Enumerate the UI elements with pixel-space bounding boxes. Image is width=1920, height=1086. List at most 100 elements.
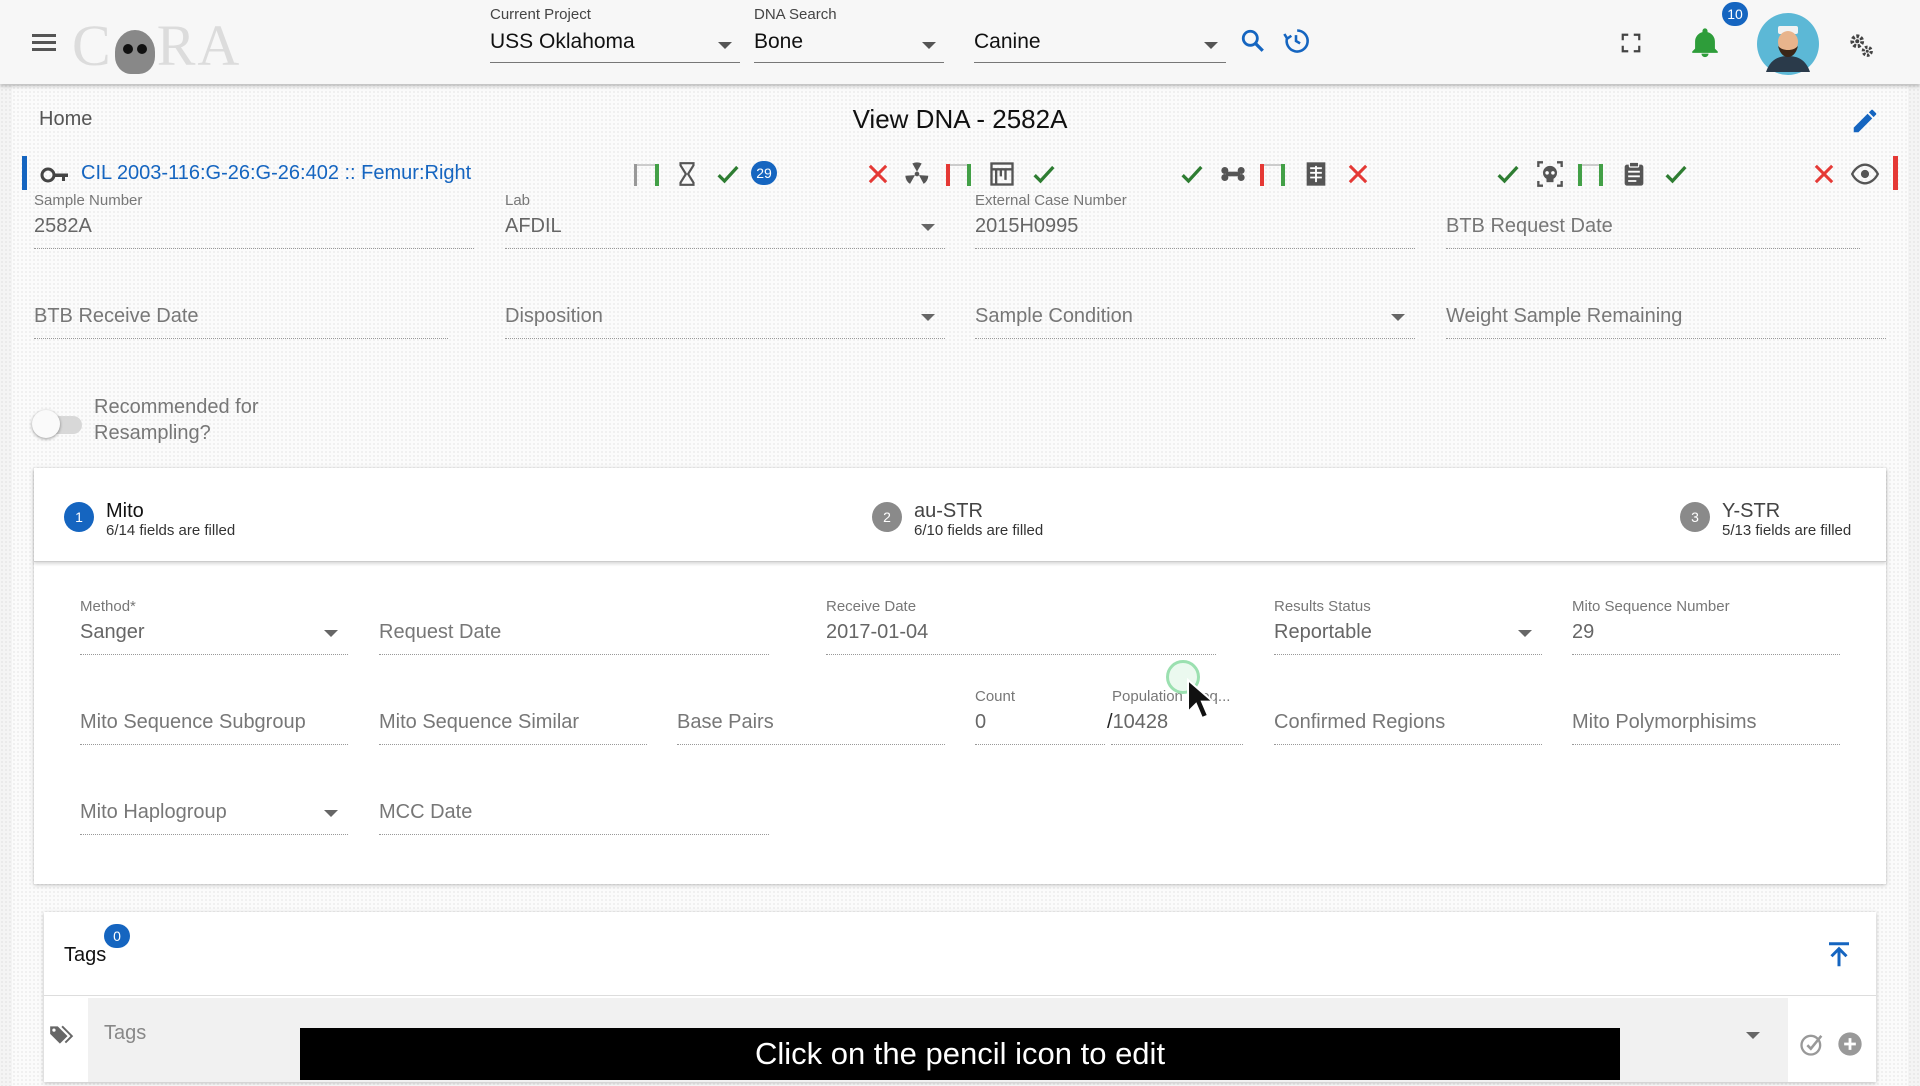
receive-date-label: Receive Date xyxy=(826,598,917,615)
flag-red-green-icon xyxy=(946,164,971,186)
results-status-select[interactable]: Results Status Reportable xyxy=(1274,598,1542,656)
weight-sample-remaining-field[interactable]: Weight Sample Remaining xyxy=(1446,282,1886,340)
step-y-str-progress: 5/13 fields are filled xyxy=(1722,522,1852,539)
method-select[interactable]: Method* Sanger xyxy=(80,598,348,656)
gel-film-icon xyxy=(990,162,1014,186)
results-status-value: Reportable xyxy=(1274,621,1372,643)
resampling-toggle-knob[interactable] xyxy=(32,410,60,438)
species-select[interactable]: Canine xyxy=(974,6,1226,63)
notification-count-badge: 10 xyxy=(1722,2,1748,26)
search-icon[interactable] xyxy=(1240,28,1266,54)
chevron-down-icon xyxy=(921,314,935,321)
species-value: Canine xyxy=(974,30,1041,53)
method-label: Method* xyxy=(80,598,136,615)
scroll-to-top-icon[interactable] xyxy=(1824,940,1854,970)
disposition-placeholder: Disposition xyxy=(505,305,603,327)
chevron-down-icon[interactable] xyxy=(1746,1032,1760,1039)
mito-sequence-similar-field[interactable]: Mito Sequence Similar xyxy=(379,688,647,746)
top-app-bar: C RA Current Project USS Oklahoma DNA Sea… xyxy=(0,0,1920,84)
confirmed-regions-field[interactable]: Confirmed Regions xyxy=(1274,688,1542,746)
external-case-number-label: External Case Number xyxy=(975,192,1127,209)
tags-header xyxy=(44,912,1876,996)
lab-value: AFDIL xyxy=(505,215,562,237)
mcc-date-placeholder: MCC Date xyxy=(379,801,473,823)
base-pairs-field[interactable]: Base Pairs xyxy=(677,688,945,746)
weight-sample-remaining-placeholder: Weight Sample Remaining xyxy=(1446,305,1683,327)
confirmed-regions-placeholder: Confirmed Regions xyxy=(1274,711,1446,733)
app-logo[interactable]: C RA xyxy=(72,12,241,79)
bell-icon[interactable] xyxy=(1688,26,1722,60)
population-frequency-row: /10428 xyxy=(1107,711,1169,733)
add-circle-icon[interactable] xyxy=(1836,1030,1864,1058)
check-icon xyxy=(717,165,739,184)
step-au-str-title: au-STR xyxy=(914,500,983,522)
count-value: 0 xyxy=(975,711,987,733)
fullscreen-icon[interactable] xyxy=(1620,32,1642,54)
flag-green-icon xyxy=(1578,164,1603,186)
settings-gears-icon[interactable] xyxy=(1846,30,1876,60)
mito-haplogroup-select[interactable]: Mito Haplogroup xyxy=(80,778,348,836)
lab-select[interactable]: Lab AFDIL xyxy=(505,192,945,250)
bone-icon xyxy=(1221,167,1245,181)
edit-pencil-icon[interactable] xyxy=(1850,106,1880,136)
skull-logo-icon xyxy=(114,29,155,74)
external-case-number-value: 2015H0995 xyxy=(975,215,1079,237)
disposition-select[interactable]: Disposition xyxy=(505,282,945,340)
population-frequency-value: 10428 xyxy=(1112,711,1169,733)
step-y-str[interactable]: 3 Y-STR 5/13 fields are filled xyxy=(1680,500,1880,540)
tags-count-badge: 0 xyxy=(104,924,130,948)
page-title: View DNA - 2582A xyxy=(852,104,1068,134)
sample-condition-select[interactable]: Sample Condition xyxy=(975,282,1415,340)
resampling-label: Recommended for Resampling? xyxy=(94,396,259,444)
external-case-number-field[interactable]: External Case Number 2015H0995 xyxy=(975,192,1415,250)
check-icon xyxy=(1181,165,1203,184)
menu-icon[interactable] xyxy=(32,34,56,52)
mito-sequence-subgroup-field[interactable]: Mito Sequence Subgroup xyxy=(80,688,348,746)
mito-sequence-number-field[interactable]: Mito Sequence Number 29 xyxy=(1572,598,1840,656)
btb-receive-date-field[interactable]: BTB Receive Date xyxy=(34,282,448,340)
close-x-icon xyxy=(1348,164,1368,184)
sample-condition-placeholder: Sample Condition xyxy=(975,305,1133,327)
dna-search-select[interactable]: DNA Search Bone xyxy=(754,6,944,63)
mcc-date-field[interactable]: MCC Date xyxy=(379,778,769,836)
mito-polymorphisms-placeholder: Mito Polymorphisims xyxy=(1572,711,1757,733)
check-icon xyxy=(1033,165,1055,184)
dna-search-label: DNA Search xyxy=(754,6,837,23)
sample-number-field[interactable]: Sample Number 2582A xyxy=(34,192,474,250)
count-field[interactable]: Count 0 xyxy=(975,688,1105,746)
skull-scan-icon xyxy=(1537,161,1563,187)
document-table-icon xyxy=(1306,162,1326,186)
btb-request-date-field[interactable]: BTB Request Date xyxy=(1446,192,1860,250)
request-date-field[interactable]: Request Date xyxy=(379,598,769,656)
check-icon xyxy=(1665,165,1687,184)
chevron-down-icon xyxy=(324,810,338,817)
population-frequency-field[interactable]: Population Freq... /10428 xyxy=(1107,688,1243,746)
current-project-select[interactable]: Current Project USS Oklahoma xyxy=(490,6,740,63)
mito-sequence-similar-placeholder: Mito Sequence Similar xyxy=(379,711,580,733)
tags-icon xyxy=(50,1025,74,1044)
status-count-badge: 29 xyxy=(751,161,777,185)
mouse-cursor-icon xyxy=(1187,678,1214,720)
step-mito[interactable]: 1 Mito 6/14 fields are filled xyxy=(64,500,304,540)
history-icon[interactable] xyxy=(1282,27,1310,55)
mito-polymorphisms-field[interactable]: Mito Polymorphisims xyxy=(1572,688,1840,746)
edit-check-icon[interactable] xyxy=(1798,1030,1826,1058)
btb-request-date-placeholder: BTB Request Date xyxy=(1446,215,1613,237)
eye-icon[interactable] xyxy=(1850,160,1880,188)
mito-sequence-number-label: Mito Sequence Number xyxy=(1572,598,1730,615)
sample-id-link[interactable]: CIL 2003-116:G-26:G-26:402 :: Femur:Righ… xyxy=(81,162,471,185)
step-y-str-title: Y-STR xyxy=(1722,500,1781,522)
hourglass-icon xyxy=(679,162,695,186)
chevron-down-icon xyxy=(1518,630,1532,637)
mito-haplogroup-placeholder: Mito Haplogroup xyxy=(80,801,227,823)
receive-date-field[interactable]: Receive Date 2017-01-04 xyxy=(826,598,1216,656)
clipboard-icon xyxy=(1624,161,1644,186)
user-avatar[interactable] xyxy=(1756,12,1820,76)
chevron-down-icon xyxy=(1391,314,1405,321)
chevron-down-icon xyxy=(324,630,338,637)
step-au-str[interactable]: 2 au-STR 6/10 fields are filled xyxy=(872,500,1112,540)
count-label: Count xyxy=(975,688,1016,705)
current-project-label: Current Project xyxy=(490,6,591,23)
step-mito-title: Mito xyxy=(106,500,144,522)
tags-placeholder: Tags xyxy=(104,1022,147,1044)
